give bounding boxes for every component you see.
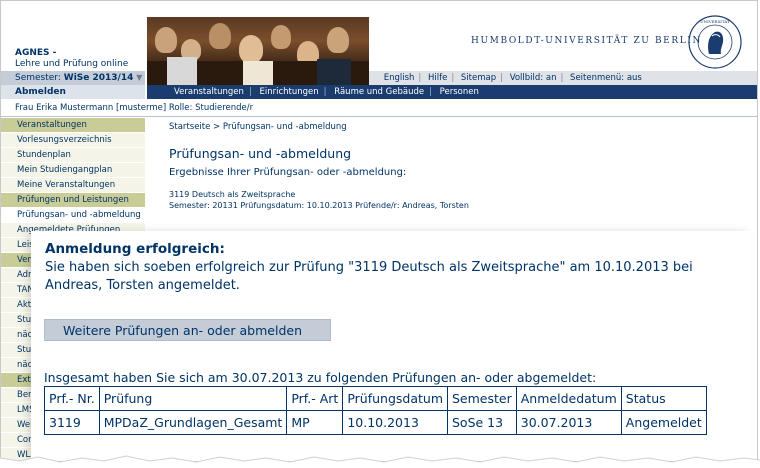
sidebar-heading[interactable]: Prüfungen und Leistungen [1,193,145,208]
exam-info-line: Semester: 20131 Prüfungsdatum: 10.10.201… [169,201,469,210]
logout-link[interactable]: Abmelden [1,85,145,99]
sidebar-item[interactable]: Stundenplan [1,148,145,163]
column-header: Anmeldedatum [515,386,622,411]
user-info: Frau Erika Mustermann [musterme] Rolle: … [15,103,254,113]
sidebar-item[interactable]: Mein Studiengangplan [1,163,145,178]
column-header: Status [620,386,707,411]
table-cell: 30.07.2013 [515,410,622,435]
main-nav: Veranstaltungen | Einrichtungen | Räume un… [147,85,757,99]
university-title: HUMBOLDT-UNIVERSITÄT ZU BERLIN [471,36,702,46]
table-cell: MP [286,410,344,435]
table-cell: Angemeldet [620,410,707,435]
top-links: English | Hilfe | Sitemap | Vollbild: an | S… [369,71,757,85]
nav-raeume[interactable]: Räume und Gebäude [329,85,429,99]
nav-personen[interactable]: Personen [435,85,484,99]
column-header: Prüfungsdatum [342,386,448,411]
brand-subtitle: Lehre und Prüfung online [15,59,129,69]
triangle-down-icon: ▼ [136,73,143,82]
nav-einrichtungen[interactable]: Einrichtungen [255,85,324,99]
sidebar-heading[interactable]: Veranstaltungen [1,118,145,133]
table-header-row: Prf.- Nr. Prüfung Prf.- Art Prüfungsdatu… [44,386,707,411]
link-help[interactable]: Hilfe [424,71,451,85]
page-title: Prüfungsan- und -abmeldung [169,146,352,161]
success-message: Sie haben sich soeben erfolgreich zur Pr… [45,260,693,293]
divider [1,116,757,117]
brand-title: AGNES - [15,48,57,58]
nav-veranstaltungen[interactable]: Veranstaltungen [169,85,249,99]
column-header: Prf.- Art [286,386,344,411]
torn-edge [0,455,760,468]
semester-value: WiSe 2013/14 [63,73,134,83]
page-frame: AGNES - Lehre und Prüfung online HUMBOLD… [0,0,758,462]
page-subtitle: Ergebnisse Ihrer Prüfungsan- oder -abmel… [169,167,407,178]
more-exams-button[interactable]: Weitere Prüfungen an- oder abmelden [44,319,331,341]
link-sidemenu[interactable]: Seitenmenü: aus [566,71,646,85]
table-cell: MPDaZ_Grundlagen_Gesamt [98,410,288,435]
semester-selector[interactable]: Semester: WiSe 2013/14 ▼ [1,71,145,85]
result-panel: Anmeldung erfolgreich: Sie haben sich so… [31,231,751,461]
summary-text: Insgesamt haben Sie sich am 30.07.2013 z… [44,370,597,385]
column-header: Prf.- Nr. [44,386,100,411]
sidebar-item[interactable]: Meine Veranstaltungen [1,178,145,193]
exam-info-line: 3119 Deutsch als Zweitsprache [169,190,296,199]
column-header: Semester [447,386,517,411]
column-header: Prüfung [98,386,288,411]
brand: AGNES - Lehre und Prüfung online [15,48,128,70]
semester-label: Semester: [15,73,61,83]
link-fullscreen[interactable]: Vollbild: an [506,71,561,85]
table-row: 3119 MPDaZ_Grundlagen_Gesamt MP 10.10.20… [44,410,707,435]
sidebar-item-active[interactable]: Prüfungsan- und -abmeldung [1,208,145,223]
success-heading: Anmeldung erfolgreich: [45,241,225,257]
link-sitemap[interactable]: Sitemap [457,71,500,85]
university-seal-icon: UNIVERSITÄT [688,15,742,69]
table-cell: SoSe 13 [447,410,517,435]
link-english[interactable]: English [380,71,419,85]
table-cell: 10.10.2013 [342,410,448,435]
table-cell: 3119 [44,410,100,435]
sidebar-item[interactable]: Vorlesungsverzeichnis [1,133,145,148]
svg-text:UNIVERSITÄT: UNIVERSITÄT [700,19,730,24]
exam-table: Prf.- Nr. Prüfung Prf.- Art Prüfungsdatu… [44,386,707,435]
breadcrumb[interactable]: Startseite > Prüfungsan- und -abmeldung [169,122,347,132]
lecture-hall-photo [147,17,369,85]
